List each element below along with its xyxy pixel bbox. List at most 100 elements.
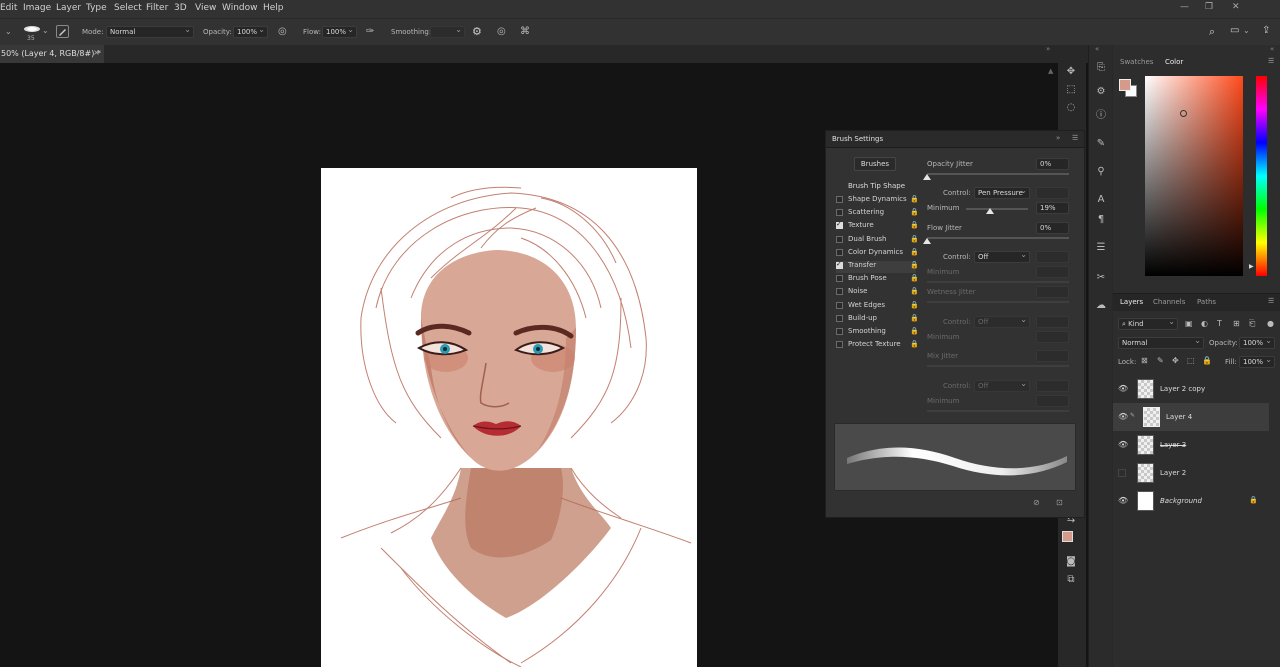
collapse-icon[interactable]: »	[1056, 134, 1060, 142]
tab-paths[interactable]: Paths	[1197, 298, 1216, 306]
brushes-button[interactable]: Brushes	[854, 157, 896, 171]
tab-layers[interactable]: Layers	[1120, 298, 1143, 306]
layer-name[interactable]: Layer 2	[1160, 469, 1186, 477]
brush-option-item[interactable]: Transfer 🔒	[836, 260, 919, 273]
gear-icon[interactable]: ⚙	[472, 25, 482, 38]
lock-icon[interactable]: 🔒	[910, 287, 919, 295]
marquee-tool-icon[interactable]: ⬚	[1064, 83, 1078, 97]
brush-option-checkbox[interactable]	[836, 235, 843, 243]
chevron-down-icon[interactable]: ⌄	[1243, 26, 1250, 35]
brush-option-checkbox[interactable]	[836, 248, 843, 256]
menu-view[interactable]: View	[195, 3, 216, 13]
lasso-tool-icon[interactable]: ◌	[1064, 101, 1078, 115]
tab-color[interactable]: Color	[1165, 58, 1183, 66]
screen-mode-icon[interactable]: ⧉	[1064, 573, 1078, 587]
brush-settings-titlebar[interactable]: Brush Settings » ☰	[826, 131, 1084, 148]
fill-input[interactable]: 100%	[1239, 355, 1275, 368]
menu-window[interactable]: Window	[222, 3, 258, 13]
menu-filter[interactable]: Filter	[146, 3, 168, 13]
lock-icon[interactable]: 🔒	[910, 221, 919, 229]
layer-name[interactable]: Layer 3	[1160, 441, 1186, 449]
brush-tip-shape-item[interactable]: Brush Tip Shape	[848, 182, 905, 190]
filter-shape-icon[interactable]: ⊞	[1233, 319, 1240, 328]
pressure-opacity-icon[interactable]: ◎	[278, 26, 287, 37]
eye-hidden-icon[interactable]	[1118, 469, 1126, 477]
layer-opacity-input[interactable]: 100%	[1239, 336, 1275, 349]
clone-source-icon[interactable]: ⚲	[1094, 165, 1108, 179]
brush-option-checkbox[interactable]	[836, 275, 843, 283]
close-tab-icon[interactable]: ×	[93, 48, 100, 57]
filter-adjustment-icon[interactable]: ◐	[1201, 319, 1208, 328]
character-icon[interactable]: A	[1094, 193, 1108, 207]
search-icon[interactable]: ⌕	[1209, 25, 1215, 39]
brush-preset-picker[interactable]	[22, 23, 42, 35]
layer-row[interactable]: 👁 Layer 3	[1113, 431, 1269, 459]
filter-type-icon[interactable]: T	[1217, 319, 1222, 328]
menu-help[interactable]: Help	[263, 3, 284, 13]
brush-option-checkbox[interactable]	[836, 328, 843, 335]
lock-position-icon[interactable]: ✥	[1172, 356, 1179, 365]
brush-option-checkbox[interactable]	[836, 260, 843, 269]
opacity-jitter-thumb[interactable]	[923, 174, 931, 180]
mode-select[interactable]: Normal	[106, 25, 194, 38]
minimum-input[interactable]: 19%	[1036, 202, 1069, 214]
flow-jitter-input[interactable]: 0%	[1036, 222, 1069, 234]
menu-3d[interactable]: 3D	[174, 3, 187, 13]
chevron-down-icon[interactable]: ⌄	[5, 27, 12, 36]
brush-option-checkbox[interactable]	[836, 196, 843, 203]
lock-icon[interactable]: 🔒	[910, 261, 919, 269]
share-icon[interactable]: ⇪	[1262, 25, 1270, 36]
airbrush-icon[interactable]: ✑	[366, 26, 374, 37]
menu-type[interactable]: Type	[86, 3, 107, 13]
eye-icon[interactable]: 👁	[1118, 496, 1128, 505]
opacity-jitter-slider[interactable]	[927, 173, 1069, 175]
new-brush-icon[interactable]: ⊡	[1056, 498, 1063, 507]
workspace-icon[interactable]: ▭	[1230, 25, 1239, 36]
flow-input[interactable]: 100%	[322, 25, 357, 38]
properties-icon[interactable]: ☰	[1094, 241, 1108, 255]
eye-icon[interactable]: 👁	[1118, 384, 1128, 393]
minimize-icon[interactable]: —	[1180, 2, 1189, 12]
lock-icon[interactable]: 🔒	[910, 301, 919, 309]
lock-artboard-icon[interactable]: ⬚	[1187, 356, 1195, 365]
document-tab[interactable]: 50% (Layer 4, RGB/8#) * ×	[0, 45, 104, 63]
menu-select[interactable]: Select	[114, 3, 142, 13]
scroll-up-icon[interactable]: ▲	[1048, 67, 1053, 75]
panel-menu-icon[interactable]: ☰	[1072, 134, 1078, 142]
layer-row[interactable]: 👁 Background 🔒	[1113, 487, 1269, 515]
eye-icon[interactable]: 👁	[1118, 440, 1128, 449]
layer-row[interactable]: Layer 2	[1113, 459, 1269, 487]
move-tool-icon[interactable]: ✥	[1064, 65, 1078, 79]
lock-icon[interactable]: 🔒	[910, 195, 919, 203]
collapse-icon[interactable]: «	[1095, 45, 1099, 53]
brush-option-checkbox[interactable]	[836, 301, 843, 309]
menu-image[interactable]: Image	[23, 3, 51, 13]
filter-smart-icon[interactable]: ⎗	[1249, 319, 1255, 329]
layer-name[interactable]: Layer 4	[1166, 413, 1192, 421]
menu-edit[interactable]: Edit	[0, 3, 17, 13]
color-field[interactable]	[1145, 76, 1243, 276]
layer-filter-select[interactable]: ⌕ Kind	[1118, 317, 1178, 330]
lock-icon[interactable]: 🔒	[910, 248, 919, 256]
smoothing-input[interactable]	[430, 25, 465, 38]
layer-name[interactable]: Background	[1160, 497, 1202, 505]
symmetry-icon[interactable]: ⌘	[520, 26, 530, 37]
lock-icon[interactable]: 🔒	[910, 340, 919, 348]
panel-menu-icon[interactable]: ☰	[1268, 297, 1274, 305]
hue-slider-handle-icon[interactable]: ▶	[1249, 263, 1254, 270]
brush-option-checkbox[interactable]	[836, 209, 843, 217]
chevron-down-icon[interactable]: ⌄	[42, 26, 49, 35]
filter-toggle-icon[interactable]: ●	[1267, 319, 1274, 328]
lock-icon[interactable]: 🔒	[910, 327, 919, 335]
tab-channels[interactable]: Channels	[1153, 298, 1185, 306]
lock-transparent-icon[interactable]: ⊠	[1141, 356, 1148, 365]
minimum-slider[interactable]	[966, 208, 1028, 210]
brush-option-checkbox[interactable]	[836, 220, 843, 230]
flow-jitter-slider[interactable]	[927, 237, 1069, 239]
minimum-thumb[interactable]	[985, 208, 994, 214]
brush-panel-toggle-icon[interactable]	[56, 25, 69, 38]
lock-icon[interactable]: 🔒	[910, 314, 919, 322]
panel-menu-icon[interactable]: ☰	[1268, 57, 1274, 65]
lock-all-icon[interactable]: 🔒	[1202, 356, 1212, 365]
opacity-input[interactable]: 100%	[233, 25, 268, 38]
